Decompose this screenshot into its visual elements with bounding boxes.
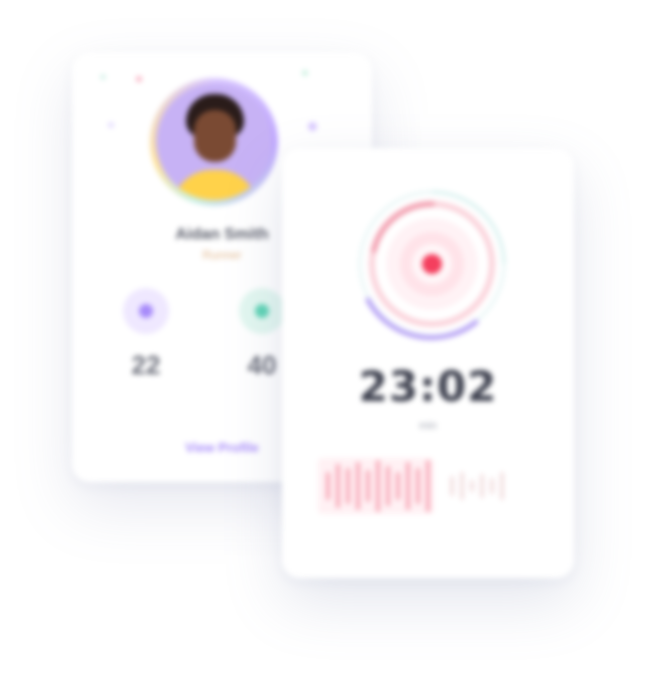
confetti-dot [108,122,114,128]
record-rings [358,190,506,340]
record-timer: 23:02 [358,362,498,411]
stat-value: 22 [131,350,161,380]
confetti-dot [308,122,317,131]
avatar-ring [150,78,278,206]
star-icon [123,288,169,334]
confetti-dot [302,70,308,76]
timer-unit: min [419,420,437,432]
recorder-card: 23:02 min [282,148,574,578]
avatar [156,84,272,200]
record-dot[interactable] [422,254,442,274]
heart-icon [239,288,285,334]
illustration-stage: Aidan Smith Runner 22 40 View Profile 23… [0,0,645,683]
confetti-dot [136,76,142,82]
confetti-dot [100,74,106,80]
stat-steps: 22 [106,288,186,381]
waveform [318,458,504,514]
